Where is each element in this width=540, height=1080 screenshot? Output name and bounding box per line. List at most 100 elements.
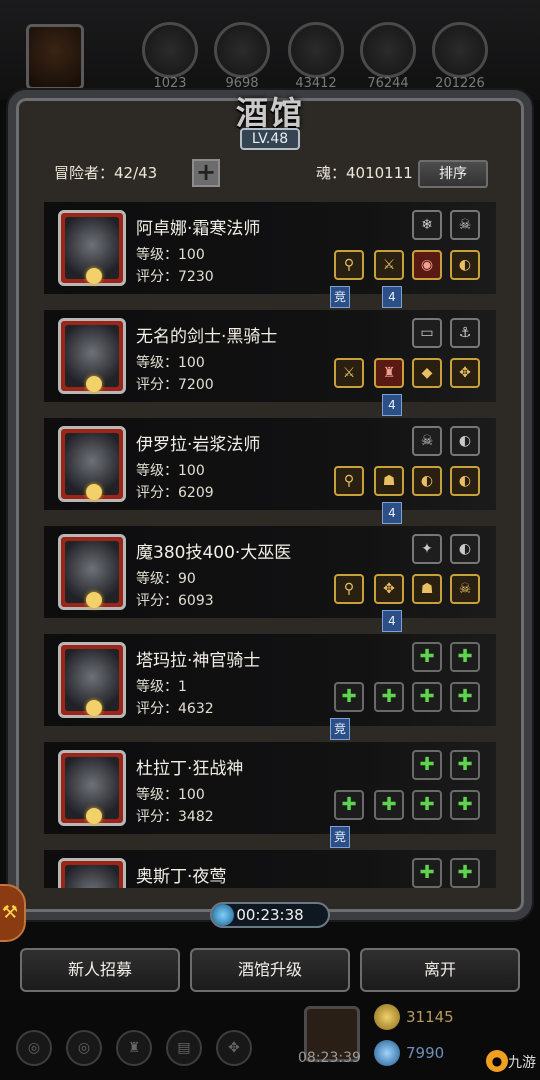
hero-score: 评分：4632 [136, 701, 214, 717]
hero-row[interactable]: 塔玛拉·神官骑士 等级：1 评分：4632 ✚ ✚ ✚ ✚ ✚ ✚ [44, 634, 496, 726]
equipment-slot-top[interactable]: ☠ [412, 426, 442, 456]
hero-score: 评分：6209 [136, 485, 214, 501]
hero-score: 评分：7200 [136, 377, 214, 393]
hero-tab-badge: 竞 [330, 718, 350, 740]
timer-orb-icon [212, 904, 234, 926]
resource-slot-1[interactable] [142, 22, 198, 78]
equipment-slot-bottom[interactable]: ⚲ [334, 466, 364, 496]
hero-row[interactable]: 伊罗拉·岩浆法师等级：100 评分：6209 ☠ ◐ ⚲ ☗ ◐ ◐ [44, 418, 496, 510]
moon-badge-icon [86, 592, 102, 608]
resource-slot-3[interactable] [288, 22, 344, 78]
hero-score: 评分：3482 [136, 809, 214, 825]
hero-tab-badge: 竞 [330, 826, 350, 848]
watermark-text: 九游 [508, 1055, 536, 1071]
equipment-slot-bottom[interactable]: ✚ [450, 790, 480, 820]
tavern-upgrade-button[interactable]: 酒馆升级 [190, 948, 350, 992]
equipment-slot-bottom[interactable]: ◐ [450, 250, 480, 280]
recruit-button[interactable]: 新人招募 [20, 948, 180, 992]
menu-circle-icon-5[interactable]: ✥ [216, 1030, 252, 1066]
hero-row[interactable]: 阿卓娜·霜寒法师 等级：100 评分：7230 ❄ ☠ ⚲ ⚔ ◉ ◐ [44, 202, 496, 294]
hero-level: 等级：100 [136, 355, 205, 371]
hero-row[interactable]: 魔380技400·大巫医 等级：90 评分：6093 ✦ ◐ ⚲ ✥ ☗ ☠ [44, 526, 496, 618]
equipment-slot-top[interactable]: ◐ [450, 534, 480, 564]
hero-name: 塔玛拉·神官骑士 [136, 651, 261, 671]
resource-bar: 1023 9698 43412 76244 201226 [0, 0, 540, 100]
equipment-slot-bottom[interactable]: ✚ [334, 790, 364, 820]
quest-side-icon[interactable]: ⚒ [0, 884, 26, 942]
equipment-slot-bottom[interactable]: ✚ [374, 790, 404, 820]
equipment-slot-bottom[interactable]: ✥ [450, 358, 480, 388]
hero-name: 奥斯丁·夜莺 [136, 867, 227, 887]
equipment-slot-bottom[interactable]: ✚ [374, 682, 404, 712]
equipment-slot-bottom[interactable]: ✚ [334, 682, 364, 712]
menu-circle-icon-4[interactable]: ▤ [166, 1030, 202, 1066]
sort-button[interactable]: 排序 [418, 160, 488, 188]
equipment-slot-top[interactable]: ❄ [412, 210, 442, 240]
hero-portrait[interactable] [58, 858, 126, 888]
hero-score: 评分：6093 [136, 593, 214, 609]
menu-circle-icon-2[interactable]: ◎ [66, 1030, 102, 1066]
equipment-slot-top[interactable]: ▭ [412, 318, 442, 348]
menu-circle-icon-3[interactable]: ♜ [116, 1030, 152, 1066]
equipment-slot-bottom[interactable]: ◐ [412, 466, 442, 496]
hero-tab-badge: 竞 [330, 286, 350, 308]
player-avatar[interactable] [26, 24, 84, 90]
equipment-slot-bottom[interactable]: ⚲ [334, 250, 364, 280]
equipment-slot-bottom[interactable]: ◐ [450, 466, 480, 496]
watermark-logo-icon: ● [486, 1050, 508, 1072]
equipment-slot-top[interactable]: ✦ [412, 534, 442, 564]
equipment-slot-bottom[interactable]: ✚ [412, 682, 442, 712]
equipment-slot-bottom[interactable]: ♜ [374, 358, 404, 388]
equipment-slot-top[interactable]: ✚ [450, 750, 480, 780]
resource-slot-2[interactable] [214, 22, 270, 78]
hero-name: 无名的剑士·黑骑士 [136, 327, 278, 347]
equipment-slot-bottom[interactable]: ☗ [412, 574, 442, 604]
equipment-slot-top[interactable]: ✚ [450, 642, 480, 672]
hero-name: 杜拉丁·狂战神 [136, 759, 244, 779]
equipment-slot-bottom[interactable]: ✚ [450, 682, 480, 712]
moon-badge-icon [86, 376, 102, 392]
equipment-slot-bottom[interactable]: ◉ [412, 250, 442, 280]
hero-name: 魔380技400·大巫医 [136, 543, 292, 563]
hero-row[interactable]: 杜拉丁·狂战神等级：100 评分：3482 ✚ ✚ ✚ ✚ ✚ ✚ [44, 742, 496, 834]
leave-button[interactable]: 离开 [360, 948, 520, 992]
equipment-slot-bottom[interactable]: ✚ [412, 790, 442, 820]
equipment-slot-top[interactable]: ☠ [450, 210, 480, 240]
resource-slot-4[interactable] [360, 22, 416, 78]
equipment-slot-top[interactable]: ⚓ [450, 318, 480, 348]
moon-badge-icon [86, 700, 102, 716]
resource-slot-5[interactable] [432, 22, 488, 78]
hero-row[interactable]: 奥斯丁·夜莺 ✚ ✚ [44, 850, 496, 888]
hero-tab-badge: 4 [382, 286, 402, 308]
hero-tab-badge: 4 [382, 394, 402, 416]
equipment-slot-bottom[interactable]: ☗ [374, 466, 404, 496]
hero-row[interactable]: 无名的剑士·黑骑士等级：100 评分：7200 ▭ ⚓ ⚔ ♜ ◆ ✥ [44, 310, 496, 402]
equipment-slot-bottom[interactable]: ⚲ [334, 574, 364, 604]
moon-badge-icon [86, 484, 102, 500]
gem-icon [374, 1040, 400, 1066]
equipment-slot-bottom[interactable]: ☠ [450, 574, 480, 604]
equipment-slot-top[interactable]: ✚ [412, 858, 442, 888]
hero-level: 等级：100 [136, 463, 205, 479]
hero-level: 等级：100 [136, 787, 205, 803]
equipment-slot-top[interactable]: ◐ [450, 426, 480, 456]
equipment-slot-top[interactable]: ✚ [412, 750, 442, 780]
timer-text: 00:23:38 [236, 906, 304, 924]
hero-score: 评分：7230 [136, 269, 214, 285]
hero-list[interactable]: 阿卓娜·霜寒法师 等级：100 评分：7230 ❄ ☠ ⚲ ⚔ ◉ ◐ 竞 4 无名的剑士·黑骑士 等级… [44, 198, 496, 888]
add-slot-button[interactable]: + [192, 159, 220, 187]
equipment-slot-top[interactable]: ✚ [412, 642, 442, 672]
equipment-slot-top[interactable]: ✚ [450, 858, 480, 888]
hero-tab-badge: 4 [382, 502, 402, 524]
menu-circle-icon-1[interactable]: ◎ [16, 1030, 52, 1066]
moon-badge-icon [86, 808, 102, 824]
hero-name: 阿卓娜·霜寒法师 [136, 219, 261, 239]
gold-value: 31145 [406, 1008, 454, 1026]
equipment-slot-bottom[interactable]: ⚔ [374, 250, 404, 280]
equipment-slot-bottom[interactable]: ◆ [412, 358, 442, 388]
hero-name: 伊罗拉·岩浆法师 [136, 435, 261, 455]
adventurer-count: 冒险者：42/43 [54, 164, 158, 182]
equipment-slot-bottom[interactable]: ⚔ [334, 358, 364, 388]
hero-tab-badge: 4 [382, 610, 402, 632]
equipment-slot-bottom[interactable]: ✥ [374, 574, 404, 604]
